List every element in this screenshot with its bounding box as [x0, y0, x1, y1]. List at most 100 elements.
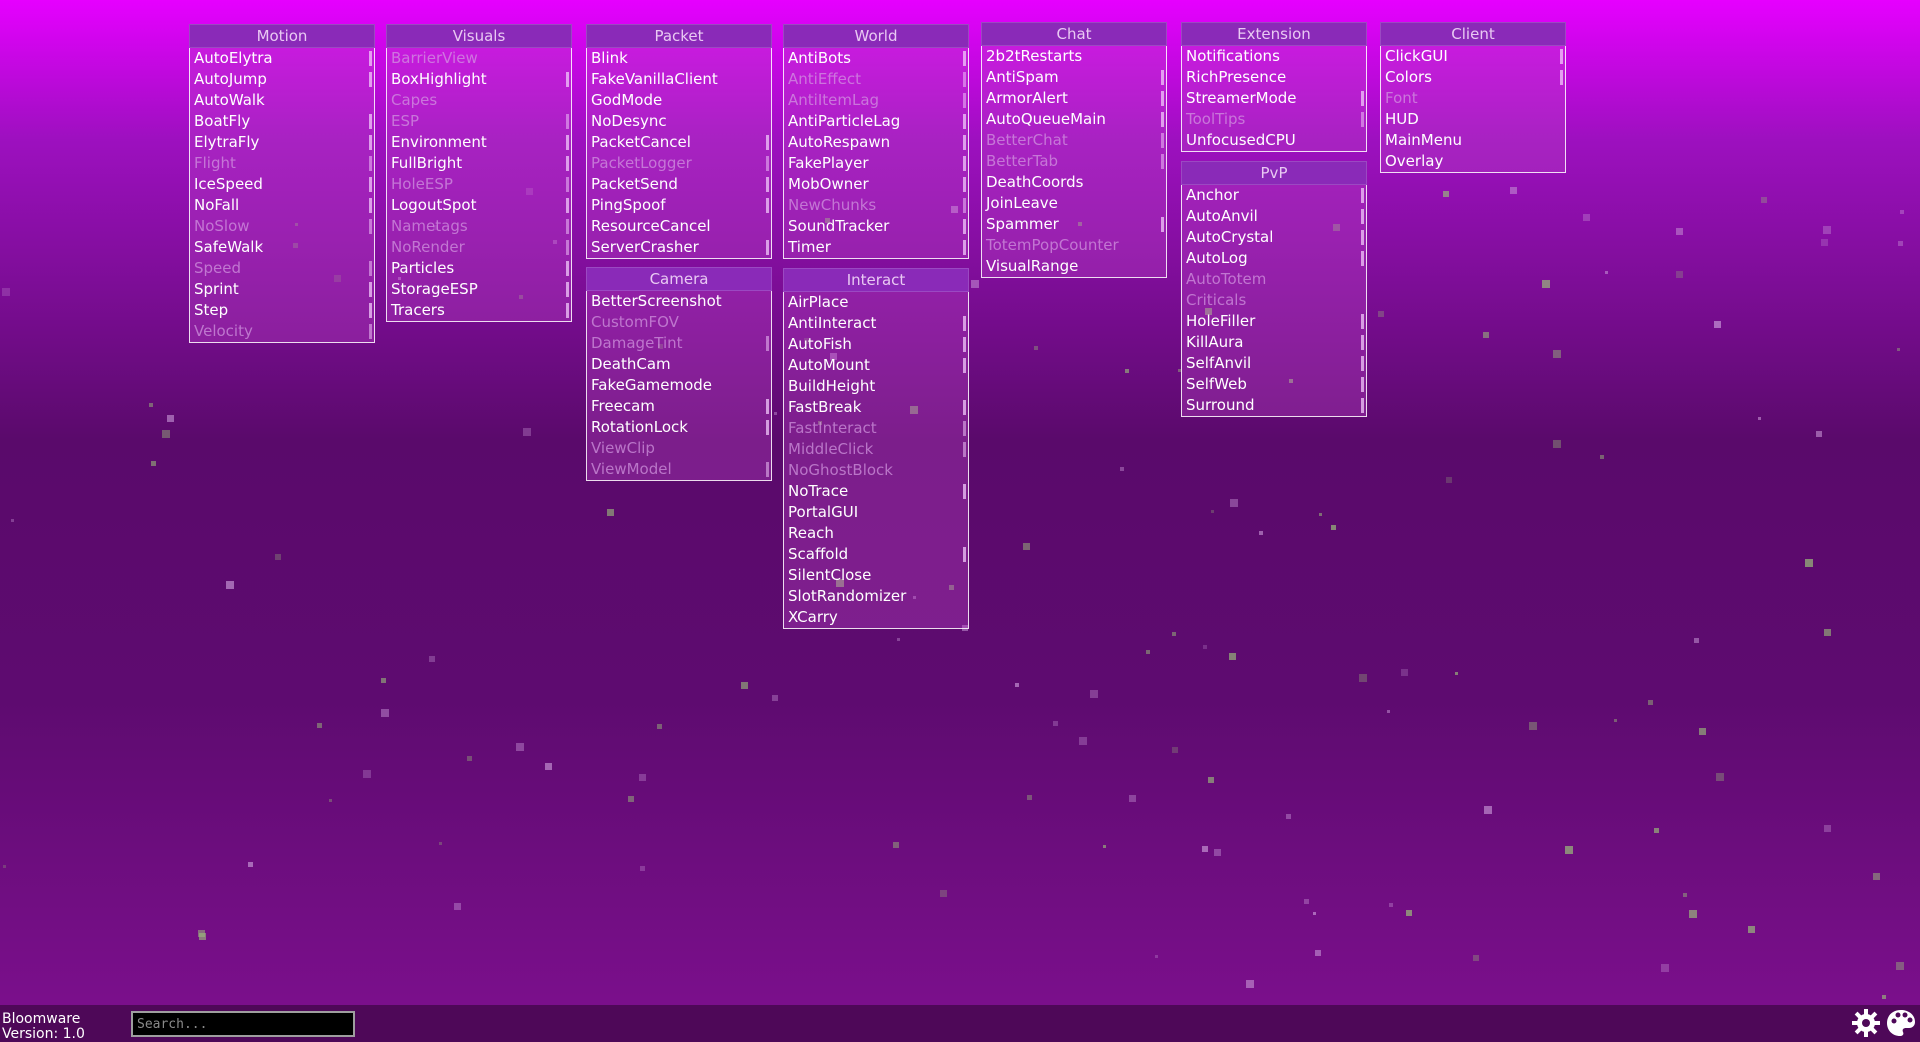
settings-indicator[interactable] — [369, 72, 372, 87]
settings-indicator[interactable] — [766, 135, 769, 150]
module-item[interactable]: AntiParticleLag — [784, 111, 968, 132]
module-item[interactable]: XCarry — [784, 607, 968, 628]
module-item[interactable]: ArmorAlert — [982, 88, 1166, 109]
module-item[interactable]: Spammer — [982, 214, 1166, 235]
module-item[interactable]: AutoCrystal — [1182, 227, 1366, 248]
module-item[interactable]: PingSpoof — [587, 195, 771, 216]
search-input[interactable] — [131, 1011, 355, 1037]
module-item[interactable]: PortalGUI — [784, 502, 968, 523]
settings-indicator[interactable] — [566, 303, 569, 318]
panel-camera[interactable]: Camera BetterScreenshot CustomFOV DamageTin… — [586, 267, 772, 481]
settings-indicator[interactable] — [566, 72, 569, 87]
module-item[interactable]: Capes — [387, 90, 571, 111]
module-item[interactable]: Scaffold — [784, 544, 968, 565]
module-item[interactable]: HoleESP — [387, 174, 571, 195]
settings-indicator[interactable] — [963, 72, 966, 87]
module-item[interactable]: MobOwner — [784, 174, 968, 195]
settings-indicator[interactable] — [369, 156, 372, 171]
module-item[interactable]: Flight — [190, 153, 374, 174]
module-item[interactable]: Font — [1381, 88, 1565, 109]
settings-indicator[interactable] — [1361, 314, 1364, 329]
settings-indicator[interactable] — [369, 282, 372, 297]
module-item[interactable]: NoRender — [387, 237, 571, 258]
panel-visuals[interactable]: Visuals BarrierView BoxHighlight Capes ESP En… — [386, 24, 572, 322]
panel-header-pvp[interactable]: PvP — [1181, 161, 1367, 185]
settings-indicator[interactable] — [963, 93, 966, 108]
module-item[interactable]: FullBright — [387, 153, 571, 174]
settings-indicator[interactable] — [369, 51, 372, 66]
module-item[interactable]: Timer — [784, 237, 968, 258]
settings-indicator[interactable] — [1361, 335, 1364, 350]
module-item[interactable]: AutoTotem — [1182, 269, 1366, 290]
module-item[interactable]: SelfWeb — [1182, 374, 1366, 395]
module-item[interactable]: Colors — [1381, 67, 1565, 88]
module-item[interactable]: StreamerMode — [1182, 88, 1366, 109]
module-item[interactable]: SlotRandomizer — [784, 586, 968, 607]
module-item[interactable]: ToolTips — [1182, 109, 1366, 130]
settings-indicator[interactable] — [963, 484, 966, 499]
panel-header-extension[interactable]: Extension — [1181, 22, 1367, 46]
settings-indicator[interactable] — [1161, 70, 1164, 85]
settings-indicator[interactable] — [766, 399, 769, 414]
module-item[interactable]: FastInteract — [784, 418, 968, 439]
settings-indicator[interactable] — [963, 547, 966, 562]
module-item[interactable]: AutoAnvil — [1182, 206, 1366, 227]
settings-indicator[interactable] — [566, 282, 569, 297]
panel-header-client[interactable]: Client — [1380, 22, 1566, 46]
settings-indicator[interactable] — [566, 156, 569, 171]
module-item[interactable]: Freecam — [587, 396, 771, 417]
module-item[interactable]: ViewClip — [587, 438, 771, 459]
module-item[interactable]: NewChunks — [784, 195, 968, 216]
settings-indicator[interactable] — [1361, 398, 1364, 413]
settings-indicator[interactable] — [963, 219, 966, 234]
module-item[interactable]: SelfAnvil — [1182, 353, 1366, 374]
settings-indicator[interactable] — [1361, 230, 1364, 245]
module-item[interactable]: NoGhostBlock — [784, 460, 968, 481]
module-item[interactable]: PacketLogger — [587, 153, 771, 174]
module-item[interactable]: JoinLeave — [982, 193, 1166, 214]
settings-indicator[interactable] — [369, 261, 372, 276]
module-item[interactable]: ClickGUI — [1381, 46, 1565, 67]
module-item[interactable]: ESP — [387, 111, 571, 132]
module-item[interactable]: VisualRange — [982, 256, 1166, 277]
module-item[interactable]: RotationLock — [587, 417, 771, 438]
panel-client[interactable]: Client ClickGUI Colors Font HUD MainMenu Overl… — [1380, 22, 1566, 173]
settings-indicator[interactable] — [963, 177, 966, 192]
panel-header-motion[interactable]: Motion — [189, 24, 375, 48]
module-item[interactable]: BetterChat — [982, 130, 1166, 151]
module-item[interactable]: BuildHeight — [784, 376, 968, 397]
module-item[interactable]: SoundTracker — [784, 216, 968, 237]
module-item[interactable]: ResourceCancel — [587, 216, 771, 237]
settings-indicator[interactable] — [1161, 112, 1164, 127]
module-item[interactable]: Anchor — [1182, 185, 1366, 206]
module-item[interactable]: BarrierView — [387, 48, 571, 69]
module-item[interactable]: Blink — [587, 48, 771, 69]
module-item[interactable]: NoFall — [190, 195, 374, 216]
module-item[interactable]: FastBreak — [784, 397, 968, 418]
settings-indicator[interactable] — [766, 336, 769, 351]
module-item[interactable]: AutoLog — [1182, 248, 1366, 269]
module-item[interactable]: HUD — [1381, 109, 1565, 130]
module-item[interactable]: ServerCrasher — [587, 237, 771, 258]
panel-packet[interactable]: Packet Blink FakeVanillaClient GodMode NoDes… — [586, 24, 772, 259]
module-item[interactable]: AutoMount — [784, 355, 968, 376]
settings-indicator[interactable] — [963, 316, 966, 331]
module-item[interactable]: BoxHighlight — [387, 69, 571, 90]
module-item[interactable]: AutoQueueMain — [982, 109, 1166, 130]
module-item[interactable]: NoDesync — [587, 111, 771, 132]
settings-indicator[interactable] — [963, 135, 966, 150]
module-item[interactable]: AntiItemLag — [784, 90, 968, 111]
module-item[interactable]: NoTrace — [784, 481, 968, 502]
settings-indicator[interactable] — [963, 240, 966, 255]
module-item[interactable]: Tracers — [387, 300, 571, 321]
settings-indicator[interactable] — [369, 219, 372, 234]
module-item[interactable]: KillAura — [1182, 332, 1366, 353]
settings-indicator[interactable] — [766, 240, 769, 255]
module-item[interactable]: AutoElytra — [190, 48, 374, 69]
module-item[interactable]: RichPresence — [1182, 67, 1366, 88]
module-item[interactable]: AntiSpam — [982, 67, 1166, 88]
panel-chat[interactable]: Chat 2b2tRestarts AntiSpam ArmorAlert AutoQu… — [981, 22, 1167, 278]
settings-indicator[interactable] — [1161, 133, 1164, 148]
settings-indicator[interactable] — [566, 240, 569, 255]
settings-indicator[interactable] — [766, 462, 769, 477]
